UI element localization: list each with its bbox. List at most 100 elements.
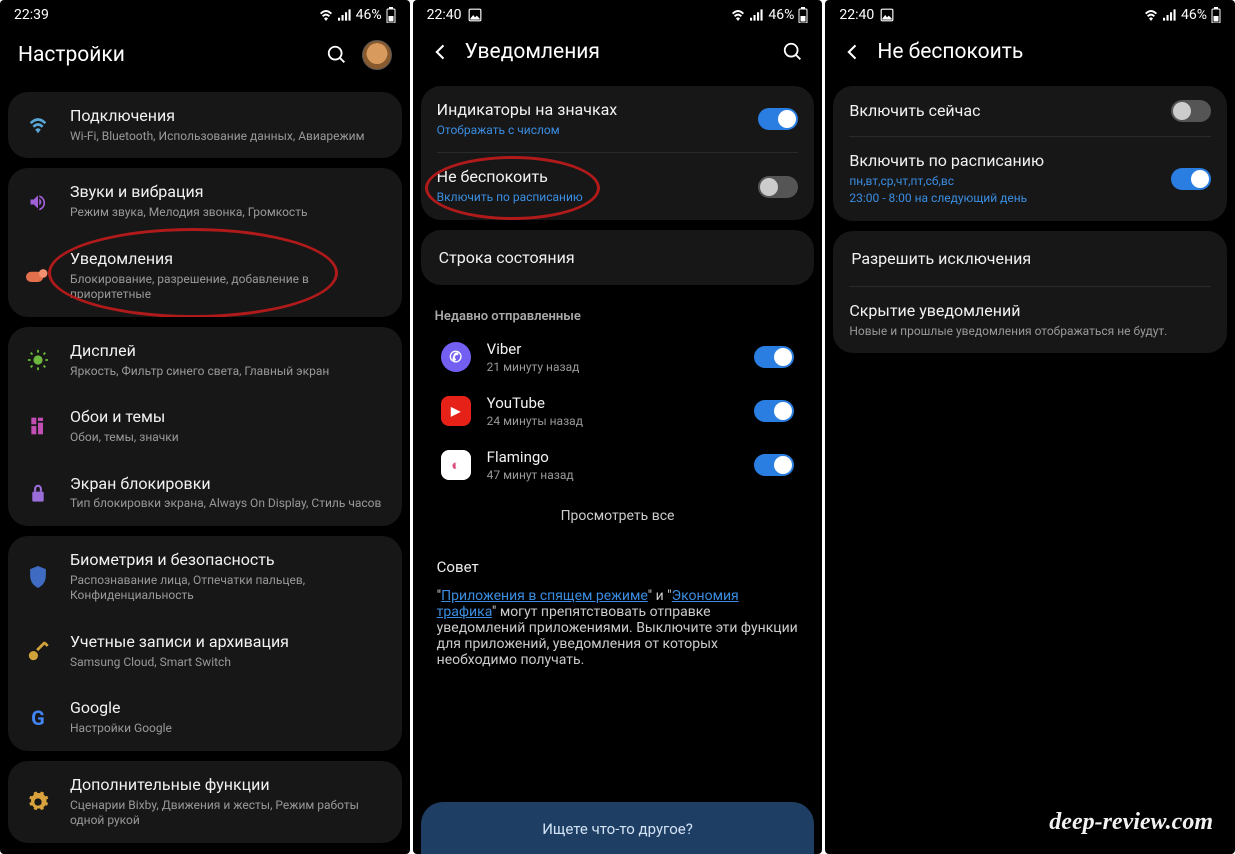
row-sub: Новые и прошлые уведомления отображаться… <box>849 324 1211 340</box>
tip-title: Совет <box>437 558 799 576</box>
row-sub: Настройки Google <box>70 721 386 737</box>
toggle-app[interactable] <box>754 346 794 368</box>
google-icon: G <box>24 706 52 730</box>
row-sounds[interactable]: Звуки и вибрация Режим звука, Мелодия зво… <box>8 168 402 234</box>
app-time: 47 минут назад <box>487 468 739 482</box>
row-status-line[interactable]: Строка состояния <box>421 230 815 285</box>
card-dnd-options: Разрешить исключения Скрытие уведомлений… <box>833 231 1227 353</box>
row-title: Google <box>70 698 386 719</box>
display-icon <box>24 349 52 371</box>
row-connections[interactable]: Подключения Wi-Fi, Bluetooth, Использован… <box>8 92 402 158</box>
wallpaper-icon <box>24 416 52 436</box>
bottom-prompt[interactable]: Ищете что-то другое? <box>421 802 815 854</box>
app-row-viber[interactable]: ✆ Viber21 минуту назад <box>421 330 815 384</box>
row-hide-notifications[interactable]: Скрытие уведомлений Новые и прошлые уведо… <box>833 287 1227 353</box>
header: Настройки <box>0 30 410 92</box>
back-icon[interactable] <box>843 42 863 62</box>
toggle-badges[interactable] <box>758 108 798 130</box>
row-title: Индикаторы на значках <box>437 100 741 121</box>
row-title: Экран блокировки <box>70 474 386 495</box>
card-statusline: Строка состояния <box>421 230 815 285</box>
row-sub: Режим звука, Мелодия звонка, Громкость <box>70 205 386 221</box>
row-title: Дисплей <box>70 341 386 362</box>
row-title: Включить по расписанию <box>849 151 1153 172</box>
section-recent-label: Недавно отправленные <box>413 295 823 330</box>
app-row-youtube[interactable]: ▶ YouTube24 минуты назад <box>421 384 815 438</box>
row-biometrics[interactable]: Биометрия и безопасностьРаспознавание ли… <box>8 536 402 618</box>
tip-body: "Приложения в спящем режиме" и "Экономия… <box>437 588 799 668</box>
avatar[interactable] <box>362 40 392 70</box>
search-icon[interactable] <box>326 44 348 66</box>
card-sound-notify: Звуки и вибрация Режим звука, Мелодия зво… <box>8 168 402 316</box>
card-additional: Дополнительные функцииСценарии Bixby, Дв… <box>8 761 402 843</box>
toggle-app[interactable] <box>754 400 794 422</box>
toggle-enable-now[interactable] <box>1171 100 1211 122</box>
signal-icon <box>1163 9 1177 21</box>
card-security-group: Биометрия и безопасностьРаспознавание ли… <box>8 536 402 751</box>
row-title: Звуки и вибрация <box>70 182 386 203</box>
row-sub: Samsung Cloud, Smart Switch <box>70 655 386 671</box>
tip-section: Совет "Приложения в спящем режиме" и "Эк… <box>413 540 823 680</box>
row-additional[interactable]: Дополнительные функцииСценарии Bixby, Дв… <box>8 761 402 843</box>
page-title: Настройки <box>18 43 312 67</box>
row-lockscreen[interactable]: Экран блокировкиТип блокировки экрана, A… <box>8 460 402 526</box>
row-notifications[interactable]: УведомленияБлокирование, разрешение, доб… <box>8 235 402 317</box>
app-row-flamingo[interactable]: ◐ Flamingo47 минут назад <box>421 438 815 492</box>
notify-icon <box>24 267 52 285</box>
status-time: 22:40 <box>427 7 462 23</box>
status-bar: 22:39 46% <box>0 0 410 30</box>
wifi-icon <box>24 116 52 134</box>
screen-dnd: 22:40 46% Не беспокоить Включить сейчас … <box>825 0 1235 854</box>
row-title: Включить сейчас <box>849 101 1153 122</box>
row-enable-now[interactable]: Включить сейчас <box>833 86 1227 136</box>
toggle-app[interactable] <box>754 454 794 476</box>
battery-pct: 46% <box>768 7 794 23</box>
shield-icon <box>24 566 52 588</box>
back-icon[interactable] <box>431 42 451 62</box>
gear-icon <box>24 791 52 813</box>
toggle-dnd[interactable] <box>758 176 798 198</box>
row-sub: Отображать с числом <box>437 123 741 139</box>
row-sub: Сценарии Bixby, Движения и жесты, Режим … <box>70 798 386 829</box>
row-badge-indicators[interactable]: Индикаторы на значках Отображать с числом <box>421 86 815 152</box>
signal-icon <box>750 9 764 21</box>
row-sub: Обои, темы, значки <box>70 430 386 446</box>
row-wallpaper[interactable]: Обои и темыОбои, темы, значки <box>8 393 402 459</box>
row-exceptions[interactable]: Разрешить исключения <box>833 231 1227 286</box>
row-enable-schedule[interactable]: Включить по расписанию пн,вт,ср,чт,пт,сб… <box>833 137 1227 221</box>
status-time: 22:39 <box>14 7 49 23</box>
card-badge-dnd: Индикаторы на значках Отображать с числом… <box>421 86 815 220</box>
row-accounts[interactable]: Учетные записи и архивация Samsung Cloud,… <box>8 618 402 684</box>
page-title: Не беспокоить <box>877 40 1217 64</box>
row-dnd[interactable]: Не беспокоитьВключить по расписанию <box>421 153 815 219</box>
view-all-link[interactable]: Просмотреть все <box>421 492 815 540</box>
app-icon-viber: ✆ <box>441 342 471 372</box>
battery-icon <box>798 7 808 23</box>
key-icon <box>24 640 52 662</box>
app-time: 21 минуту назад <box>487 360 739 374</box>
wifi-icon <box>318 9 334 21</box>
row-sub: Распознавание лица, Отпечатки пальцев, К… <box>70 573 386 604</box>
row-title: Учетные записи и архивация <box>70 632 386 653</box>
row-display[interactable]: ДисплейЯркость, Фильтр синего света, Гла… <box>8 327 402 393</box>
signal-icon <box>338 9 352 21</box>
row-title: Скрытие уведомлений <box>849 301 1211 322</box>
row-google[interactable]: G Google Настройки Google <box>8 684 402 750</box>
sound-icon <box>24 192 52 212</box>
row-title: Дополнительные функции <box>70 775 386 796</box>
wifi-icon <box>730 9 746 21</box>
screen-notifications: 22:40 46% Уведомления Индикаторы на знач… <box>413 0 823 854</box>
page-title: Уведомления <box>465 40 769 64</box>
search-icon[interactable] <box>782 41 804 63</box>
status-time: 22:40 <box>839 7 874 23</box>
row-sub: Wi-Fi, Bluetooth, Использование данных, … <box>70 129 386 145</box>
image-icon <box>880 8 894 22</box>
app-icon-flamingo: ◐ <box>441 450 471 480</box>
wifi-icon <box>1143 9 1159 21</box>
row-title: Подключения <box>70 106 386 127</box>
toggle-schedule[interactable] <box>1171 168 1211 190</box>
tip-link-sleeping-apps[interactable]: Приложения в спящем режиме <box>441 588 648 604</box>
row-sub: Блокирование, разрешение, добавление в п… <box>70 272 386 303</box>
status-bar: 22:40 46% <box>413 0 823 30</box>
row-title: Не беспокоить <box>437 167 741 188</box>
